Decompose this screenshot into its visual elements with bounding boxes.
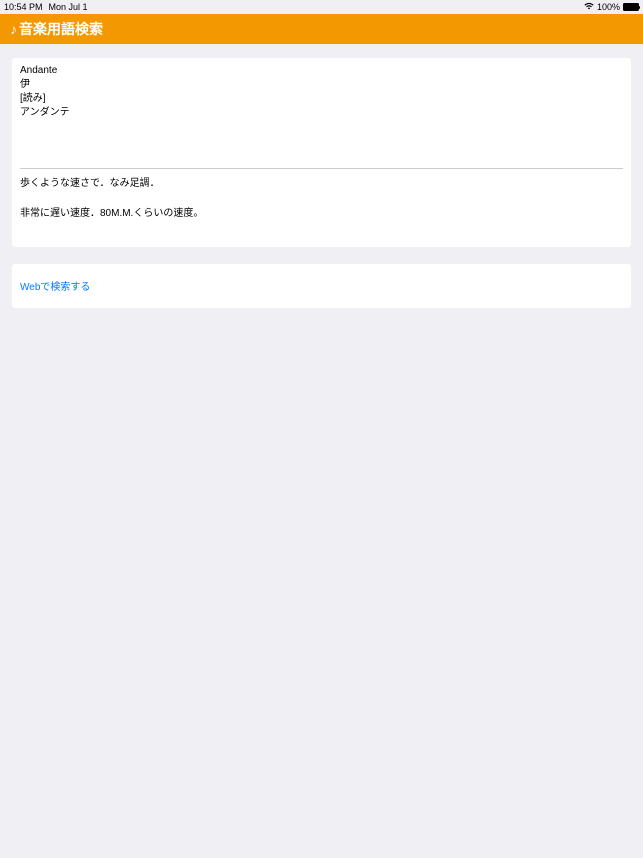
term-origin: 伊 [20,78,623,92]
music-note-icon: ♪ [10,21,17,37]
status-left: 10:54 PM Mon Jul 1 [4,2,88,12]
app-header: ♪ 音楽用語検索 [0,14,643,44]
term-name: Andante [20,64,623,78]
definition-line-2: 非常に遅い速度．80M.M.くらいの速度。 [20,207,623,221]
divider [20,168,623,169]
status-date: Mon Jul 1 [49,2,88,12]
term-definition: 歩くような速さで．なみ足調． 非常に遅い速度．80M.M.くらいの速度。 [20,177,623,221]
term-card: Andante 伊 [読み] アンダンテ 歩くような速さで．なみ足調． 非常に遅… [12,58,631,247]
status-time: 10:54 PM [4,2,43,12]
status-right: 100% [584,2,639,12]
battery-percent: 100% [597,2,620,12]
definition-line-1: 歩くような速さで．なみ足調． [20,177,623,191]
status-bar: 10:54 PM Mon Jul 1 100% [0,0,643,14]
term-reading-label: [読み] [20,92,623,106]
app-title: 音楽用語検索 [19,19,103,39]
term-reading: アンダンテ [20,106,623,120]
web-search-link[interactable]: Webで検索する [20,282,90,293]
web-search-card: Webで検索する [12,264,631,308]
term-header: Andante 伊 [読み] アンダンテ [20,64,623,120]
content-area: Andante 伊 [読み] アンダンテ 歩くような速さで．なみ足調． 非常に遅… [0,44,643,339]
battery-icon [623,3,639,11]
wifi-icon [584,2,594,12]
